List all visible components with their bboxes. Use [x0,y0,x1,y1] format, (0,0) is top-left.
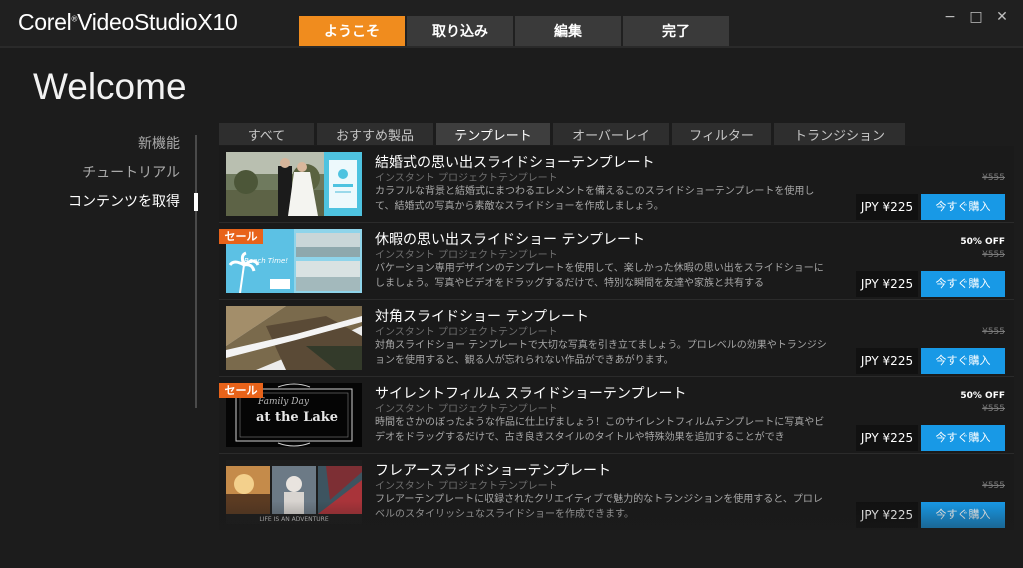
thumb-caption-2: at the Lake [256,410,339,425]
sidebar-active-indicator [194,193,198,211]
logo-version: X10 [197,9,238,35]
filter-tab-transitions[interactable]: トランジション [774,123,905,145]
thumb-caption-1: Family Day [258,397,309,407]
list-item: Beach Time! セール 休暇の思い出スライドショー テンプレート インス… [219,223,1014,300]
thumb-caption: Beach Time! [244,257,289,265]
list-item: 結婚式の思い出スライドショーテンプレート インスタント プロジェクトテンプレート… [219,146,1014,223]
sidebar: 新機能 チュートリアル コンテンツを取得 [68,134,180,221]
item-description: バケーション専用デザインのテンプレートを使用して、楽しかった休暇の思い出をスライ… [375,263,824,289]
item-subtitle: インスタント プロジェクトテンプレート [375,481,558,492]
item-description: 時間をさかのぼったような作品に仕上げましょう！このサイレントフィルムテンプレート… [375,417,825,443]
price-label: JPY ¥225 [856,348,918,374]
tab-share[interactable]: 完了 [623,16,729,46]
thumbnail-diagonal[interactable] [226,306,362,370]
item-subtitle: インスタント プロジェクトテンプレート [375,404,558,415]
original-price: ¥555 [982,404,1005,414]
price-label: JPY ¥225 [856,271,918,297]
item-description: フレアーテンプレートに収録されたクリエイティブで魅力的なトランジションを使用する… [375,494,823,520]
tab-welcome[interactable]: ようこそ [299,16,405,46]
list-item: LIFE IS AN ADVENTURE フレアースライドショーテンプレート イ… [219,454,1014,530]
filter-tab-templates[interactable]: テンプレート [436,123,550,145]
product-list: 結婚式の思い出スライドショーテンプレート インスタント プロジェクトテンプレート… [219,146,1014,568]
original-price: ¥555 [982,481,1005,491]
buy-now-button[interactable]: 今すぐ購入 [921,502,1005,528]
filter-tab-featured[interactable]: おすすめ製品 [317,123,433,145]
price-label: JPY ¥225 [856,425,918,451]
tab-edit[interactable]: 編集 [515,16,621,46]
list-item: Family Day at the Lake セール サイレントフィルム スライ… [219,377,1014,454]
original-price: ¥555 [982,173,1005,183]
price-label: JPY ¥225 [856,194,918,220]
minimize-button[interactable]: − [940,8,960,26]
discount-label: 50% OFF [960,391,1005,401]
original-price: ¥555 [982,250,1005,260]
sidebar-divider [195,135,197,408]
filter-tab-all[interactable]: すべて [219,123,314,145]
logo-corel: Corel [18,9,72,35]
original-price: ¥555 [982,327,1005,337]
sidebar-item-whats-new[interactable]: 新機能 [68,134,180,163]
sidebar-item-get-content[interactable]: コンテンツを取得 [68,192,180,221]
filter-tab-filters[interactable]: フィルター [672,123,771,145]
item-subtitle: インスタント プロジェクトテンプレート [375,250,558,261]
title-bar: Corel®VideoStudioX10 ようこそ 取り込み 編集 完了 − □… [0,0,1023,46]
sale-badge: セール [219,383,263,398]
thumbnail-wedding[interactable] [226,152,362,216]
buy-now-button[interactable]: 今すぐ購入 [921,194,1005,220]
app-logo: Corel®VideoStudioX10 [18,9,238,35]
thumb-caption: LIFE IS AN ADVENTURE [259,516,329,523]
close-button[interactable]: ✕ [992,8,1012,26]
price-label: JPY ¥225 [856,502,918,528]
title-divider [0,46,1023,48]
item-subtitle: インスタント プロジェクトテンプレート [375,327,558,338]
maximize-button[interactable]: □ [966,8,986,26]
filter-tab-overlays[interactable]: オーバーレイ [553,123,669,145]
item-description: カラフルな背景と結婚式にまつわるエレメントを備えるこのスライドショーテンプレート… [375,186,815,212]
buy-now-button[interactable]: 今すぐ購入 [921,271,1005,297]
sidebar-item-tutorials[interactable]: チュートリアル [68,163,180,192]
thumbnail-flare[interactable]: LIFE IS AN ADVENTURE [226,460,362,524]
list-item: 対角スライドショー テンプレート インスタント プロジェクトテンプレート 対角ス… [219,300,1014,377]
buy-now-button[interactable]: 今すぐ購入 [921,425,1005,451]
item-subtitle: インスタント プロジェクトテンプレート [375,173,558,184]
logo-product: VideoStudio [77,9,198,35]
page-title: Welcome [33,66,187,107]
tab-capture[interactable]: 取り込み [407,16,513,46]
discount-label: 50% OFF [960,237,1005,247]
buy-now-button[interactable]: 今すぐ購入 [921,348,1005,374]
item-description: 対角スライドショー テンプレートで大切な写真を引き立てましょう。プロレベルの効果… [375,340,827,366]
sale-badge: セール [219,229,263,244]
